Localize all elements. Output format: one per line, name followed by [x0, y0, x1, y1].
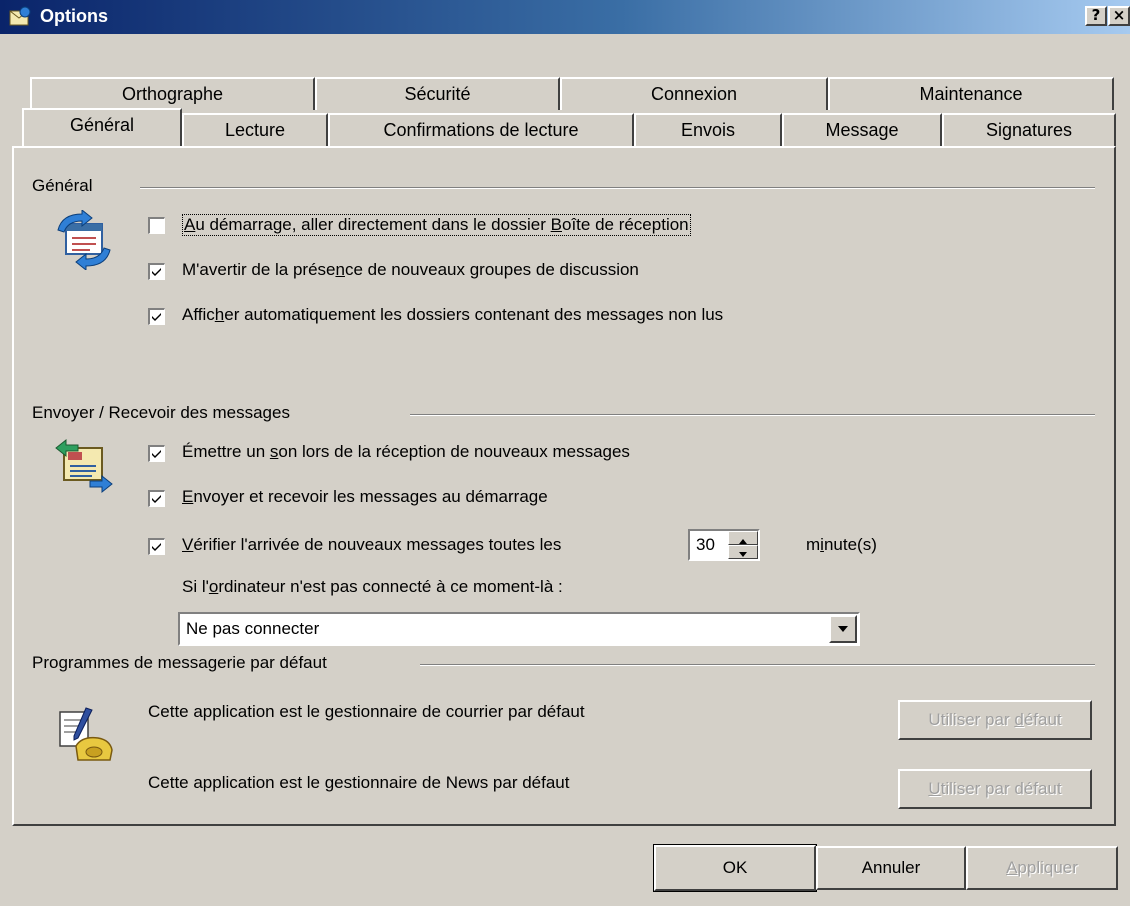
- connect-dropdown[interactable]: Ne pas connecter: [178, 612, 860, 646]
- tab-orthographe[interactable]: Orthographe: [30, 77, 315, 110]
- close-button[interactable]: ×: [1108, 6, 1130, 26]
- checkmark-icon: [152, 313, 161, 321]
- checkmark-icon: [152, 543, 161, 551]
- label-send-receive-startup[interactable]: Envoyer et recevoir les messages au déma…: [182, 487, 548, 507]
- tab-envois[interactable]: Envois: [634, 113, 782, 146]
- arrow-down-icon: [739, 552, 747, 557]
- interval-spinbox[interactable]: 30: [688, 529, 760, 561]
- checkmark-icon: [152, 450, 161, 458]
- window-title: Options: [40, 6, 108, 26]
- label-check-new-messages[interactable]: Vérifier l'arrivée de nouveaux messages …: [182, 535, 561, 555]
- label-not-connected: Si l'ordinateur n'est pas connecté à ce …: [182, 577, 563, 596]
- set-default-news-button[interactable]: Utiliser par défaut: [898, 769, 1092, 809]
- title-bar[interactable]: Options ? ×: [0, 0, 1130, 34]
- tab-maintenance[interactable]: Maintenance: [828, 77, 1114, 110]
- checkbox-new-newsgroups[interactable]: [148, 263, 165, 280]
- label-minutes: minute(s): [806, 535, 877, 554]
- checkmark-icon: [152, 495, 161, 503]
- ok-button[interactable]: OK: [653, 844, 817, 892]
- checkbox-send-receive-startup[interactable]: [148, 490, 165, 507]
- help-button[interactable]: ?: [1085, 6, 1107, 26]
- group-separator: [140, 187, 1095, 189]
- spin-up-button[interactable]: [728, 531, 758, 545]
- group-separator: [410, 414, 1095, 416]
- group-title-send-receive: Envoyer / Recevoir des messages: [32, 403, 298, 423]
- checkbox-check-new-messages[interactable]: [148, 538, 165, 555]
- connect-dropdown-value: Ne pas connecter: [186, 619, 320, 638]
- tab-connexion[interactable]: Connexion: [560, 77, 828, 110]
- label-new-newsgroups[interactable]: M'avertir de la présence de nouveaux gro…: [182, 260, 639, 280]
- tab-message[interactable]: Message: [782, 113, 942, 146]
- tab-securite[interactable]: Sécurité: [315, 77, 560, 110]
- tab-lecture[interactable]: Lecture: [182, 113, 328, 146]
- tab-general[interactable]: Général: [22, 108, 182, 146]
- checkmark-icon: [152, 268, 161, 276]
- apply-button[interactable]: Appliquer: [966, 846, 1118, 890]
- spin-down-button[interactable]: [728, 545, 758, 559]
- tab-confirmations-de-lecture[interactable]: Confirmations de lecture: [328, 113, 634, 146]
- dropdown-button[interactable]: [829, 615, 857, 643]
- label-go-to-inbox[interactable]: Au démarrage, aller directement dans le …: [182, 214, 691, 236]
- checkbox-play-sound[interactable]: [148, 445, 165, 462]
- group-title-default-programs: Programmes de messagerie par défaut: [32, 653, 335, 673]
- group-separator: [420, 664, 1095, 666]
- chevron-down-icon: [838, 626, 848, 632]
- label-default-mail: Cette application est le gestionnaire de…: [148, 702, 585, 721]
- send-receive-icon: [52, 438, 116, 499]
- cancel-button[interactable]: Annuler: [816, 846, 966, 890]
- label-auto-show-unread[interactable]: Afficher automatiquement les dossiers co…: [182, 305, 723, 325]
- checkbox-auto-show-unread[interactable]: [148, 308, 165, 325]
- checkbox-go-to-inbox[interactable]: [148, 217, 165, 234]
- label-default-news: Cette application est le gestionnaire de…: [148, 773, 570, 792]
- group-title-general: Général: [32, 176, 101, 196]
- label-play-sound[interactable]: Émettre un son lors de la réception de n…: [182, 442, 630, 462]
- outlook-options-icon: [8, 6, 32, 28]
- set-default-mail-button[interactable]: Utiliser par défaut: [898, 700, 1092, 740]
- tab-signatures[interactable]: Signatures: [942, 113, 1116, 146]
- interval-value[interactable]: 30: [696, 535, 715, 555]
- refresh-folders-icon: [52, 208, 116, 275]
- mail-phone-icon: [52, 706, 116, 771]
